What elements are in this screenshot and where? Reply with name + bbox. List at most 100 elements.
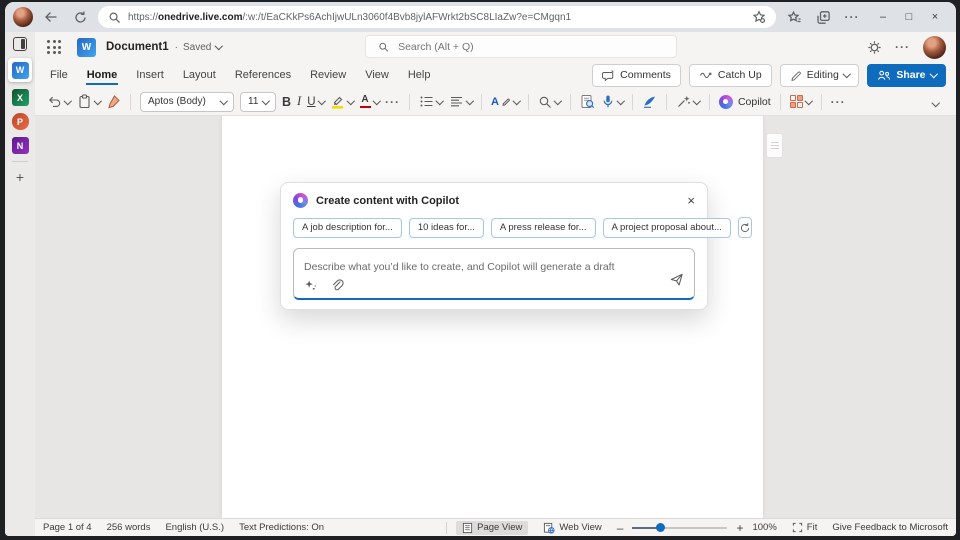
zoom-out-button[interactable]: –	[617, 521, 624, 535]
italic-button[interactable]: I	[297, 94, 301, 109]
catch-up-button[interactable]: Catch Up	[689, 64, 772, 87]
onenote-icon[interactable]: N	[12, 137, 29, 154]
search-box[interactable]	[365, 35, 677, 58]
tab-insert[interactable]: Insert	[135, 65, 165, 85]
chevron-down-icon	[436, 97, 444, 105]
suggestion-chip[interactable]: A project proposal about...	[603, 218, 731, 238]
collapse-ribbon-button[interactable]	[933, 93, 945, 111]
comment-icon	[602, 69, 615, 82]
format-painter-button[interactable]	[106, 94, 121, 109]
zoom-slider[interactable]	[632, 527, 727, 529]
find-button[interactable]	[538, 95, 561, 109]
minimize-button[interactable]: –	[870, 2, 896, 32]
powerpoint-icon[interactable]: P	[12, 113, 29, 130]
dictate-button[interactable]	[601, 94, 624, 109]
margin-note-handle[interactable]	[766, 133, 783, 158]
document-page[interactable]	[222, 116, 763, 518]
fit-button[interactable]: Fit	[786, 521, 824, 534]
status-text-predictions[interactable]: Text Predictions: On	[239, 522, 324, 533]
browser-toolbar: https://onedrive.live.com/:w:/t/EaCKkPs6…	[5, 2, 956, 32]
tab-layout[interactable]: Layout	[182, 65, 217, 85]
search-document-button[interactable]	[580, 94, 595, 109]
underline-button[interactable]: U	[307, 96, 324, 108]
maximize-button[interactable]: □	[896, 2, 922, 32]
zoom-slider-thumb[interactable]	[656, 523, 665, 532]
excel-icon[interactable]: X	[12, 89, 29, 106]
tab-references[interactable]: References	[234, 65, 292, 85]
save-status[interactable]: ·Saved	[175, 42, 222, 53]
zoom-in-button[interactable]: +	[736, 521, 743, 535]
tab-file[interactable]: File	[49, 65, 69, 85]
refresh-suggestions-button[interactable]	[738, 217, 752, 238]
browser-menu-icon[interactable]: ···	[841, 6, 863, 28]
suggestion-chip[interactable]: A job description for...	[293, 218, 402, 238]
status-word-count[interactable]: 256 words	[107, 522, 151, 533]
send-prompt-button[interactable]	[669, 272, 684, 292]
add-app-icon[interactable]: +	[16, 169, 24, 185]
paste-button[interactable]	[77, 94, 101, 109]
more-font-options-icon[interactable]: ···	[385, 95, 400, 109]
alignment-button[interactable]	[449, 94, 473, 109]
microphone-icon	[601, 94, 615, 109]
tab-help[interactable]: Help	[407, 65, 432, 85]
font-color-button[interactable]: A	[360, 95, 380, 109]
editor-quill-icon	[642, 94, 657, 109]
back-icon[interactable]	[40, 6, 62, 28]
font-size-select[interactable]: 11	[240, 92, 276, 112]
dialog-close-icon[interactable]: ×	[687, 194, 695, 207]
copilot-button[interactable]: Copilot	[719, 95, 771, 109]
browser-profile-avatar[interactable]	[13, 7, 33, 27]
web-view-toggle[interactable]: Web View	[537, 521, 607, 535]
rail-item-word[interactable]: W	[8, 58, 32, 82]
suggestion-chip[interactable]: 10 ideas for...	[409, 218, 484, 238]
addins-button[interactable]	[790, 95, 812, 109]
editor-button[interactable]	[642, 94, 657, 109]
tab-home[interactable]: Home	[86, 65, 119, 85]
editing-mode-button[interactable]: Editing	[780, 64, 860, 87]
word-icon: W	[12, 62, 29, 79]
app-launcher-icon[interactable]	[47, 40, 61, 54]
document-title[interactable]: Document1	[106, 41, 169, 53]
chevron-down-icon	[347, 97, 355, 105]
header-more-icon[interactable]: ···	[895, 40, 910, 54]
settings-gear-icon[interactable]	[867, 40, 882, 55]
page-view-toggle[interactable]: Page View	[456, 521, 528, 535]
bullet-list-button[interactable]	[419, 94, 443, 109]
zoom-level[interactable]: 100%	[752, 522, 776, 533]
comments-button[interactable]: Comments	[592, 64, 681, 87]
attach-paperclip-icon[interactable]	[330, 278, 344, 292]
search-input[interactable]	[396, 40, 664, 54]
account-avatar[interactable]	[923, 36, 946, 59]
status-language[interactable]: English (U.S.)	[165, 522, 224, 533]
undo-button[interactable]	[47, 94, 71, 109]
auto-format-button[interactable]	[676, 94, 700, 109]
format-painter-icon	[106, 94, 121, 109]
share-button[interactable]: Share	[867, 64, 946, 87]
m365-app-icon[interactable]	[13, 37, 27, 51]
refresh-icon[interactable]	[69, 6, 91, 28]
sparkle-icon[interactable]	[304, 279, 317, 292]
chevron-down-icon	[554, 97, 562, 105]
collections-icon[interactable]	[812, 6, 834, 28]
status-bar: Page 1 of 4 256 words English (U.S.) Tex…	[35, 518, 956, 536]
address-bar[interactable]: https://onedrive.live.com/:w:/t/EaCKkPs6…	[98, 6, 776, 28]
close-button[interactable]: ×	[922, 2, 948, 32]
copilot-prompt-input[interactable]: Describe what you’d like to create, and …	[293, 248, 695, 300]
status-page-count[interactable]: Page 1 of 4	[43, 522, 92, 533]
favorite-star-icon[interactable]	[752, 10, 766, 24]
highlight-button[interactable]	[330, 94, 354, 109]
tab-review[interactable]: Review	[309, 65, 347, 85]
font-name-select[interactable]: Aptos (Body)	[140, 92, 234, 112]
chevron-down-icon	[372, 97, 380, 105]
toolbar-overflow-icon[interactable]: ···	[831, 95, 846, 109]
favorites-bar-icon[interactable]	[783, 6, 805, 28]
bold-button[interactable]: B	[282, 95, 291, 109]
suggestion-chip[interactable]: A press release for...	[491, 218, 596, 238]
styles-button[interactable]: A	[491, 96, 519, 108]
feedback-link[interactable]: Give Feedback to Microsoft	[832, 522, 948, 533]
ribbon-tabs: File Home Insert Layout References Revie…	[35, 62, 956, 88]
search-icon	[538, 95, 552, 109]
undo-icon	[47, 94, 62, 109]
tab-view[interactable]: View	[364, 65, 390, 85]
send-icon	[669, 272, 684, 287]
